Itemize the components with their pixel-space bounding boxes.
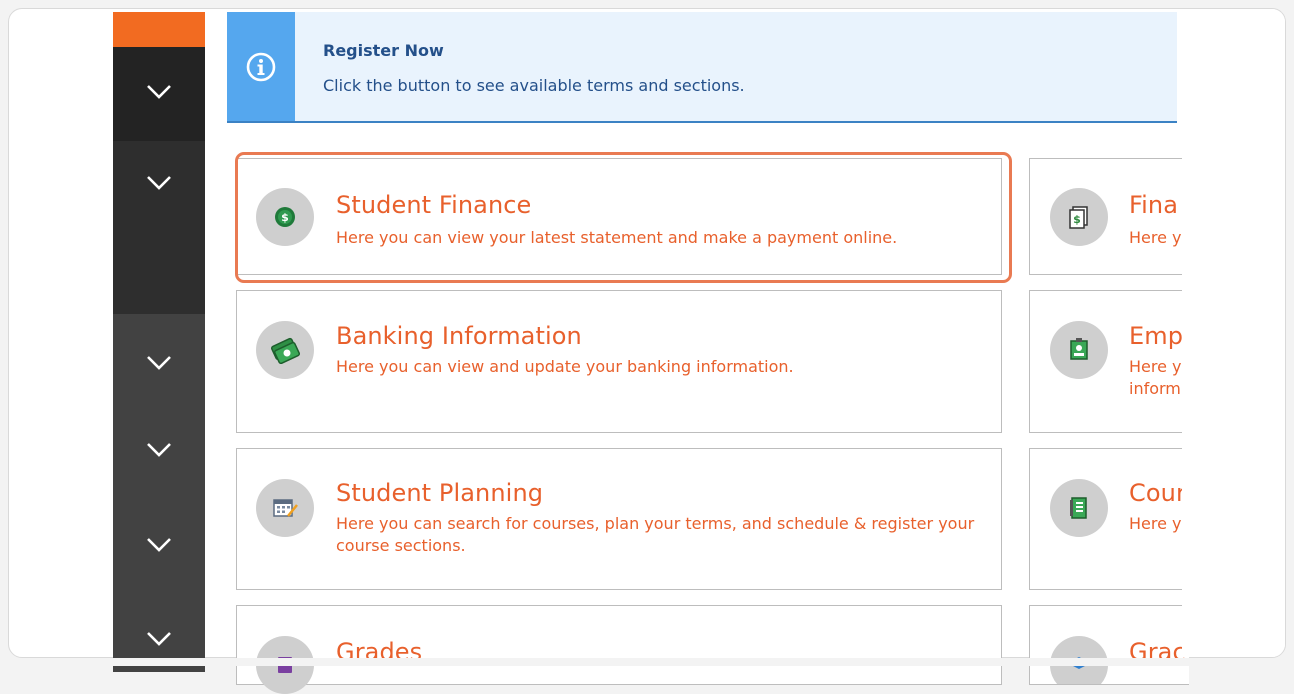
chevron-down-icon (147, 85, 171, 99)
money-stack-icon (256, 321, 314, 379)
sidebar-accent-bar (113, 12, 205, 47)
register-banner[interactable]: Register Now Click the button to see ava… (227, 12, 1177, 123)
chevron-down-icon[interactable] (144, 627, 174, 649)
tile-financial[interactable]: $ Fina Here y (1029, 158, 1189, 275)
svg-text:$: $ (1073, 213, 1081, 226)
tile-student-planning[interactable]: Student Planning Here you can search for… (236, 448, 1002, 590)
chevron-down-icon (147, 176, 171, 190)
tile-course-catalog[interactable]: Cour Here y (1029, 448, 1189, 590)
sidebar-nav (113, 12, 205, 672)
banner-icon-panel (227, 12, 295, 121)
tile-title: Cour (1129, 479, 1186, 507)
content-clip (1182, 9, 1285, 657)
tile-description: Here y (1129, 228, 1182, 247)
sidebar-section-2[interactable] (113, 141, 205, 314)
tile-description: Here y inform (1129, 357, 1182, 398)
sidebar-section-1[interactable] (113, 47, 205, 141)
tile-banking-information[interactable]: Banking Information Here you can view an… (236, 290, 1002, 433)
chevron-down-icon[interactable] (144, 438, 174, 460)
sidebar-section-3[interactable] (113, 314, 205, 672)
tile-description: Here you can view and update your bankin… (336, 357, 794, 376)
employee-badge-icon (1050, 321, 1108, 379)
calendar-icon (256, 479, 314, 537)
notebook-icon (1050, 479, 1108, 537)
info-icon (246, 52, 276, 81)
chevron-down-icon[interactable] (144, 533, 174, 555)
banner-title: Register Now (323, 41, 444, 60)
financial-document-icon: $ (1050, 188, 1108, 246)
tile-title: Fina (1129, 191, 1179, 219)
tile-title: Student Planning (336, 479, 544, 507)
chevron-down-icon[interactable] (144, 351, 174, 373)
tile-employee[interactable]: Emp Here y inform (1029, 290, 1189, 433)
tile-graduation[interactable]: Grac (1029, 605, 1189, 685)
tile-title: Emp (1129, 322, 1184, 350)
bottom-clip (0, 658, 1294, 666)
banner-text: Click the button to see available terms … (323, 76, 745, 95)
tile-title: Banking Information (336, 322, 582, 350)
tile-grades[interactable]: Grades (236, 605, 1002, 694)
selection-highlight (235, 152, 1012, 283)
tile-description: Here y (1129, 514, 1182, 533)
tile-description: Here you can search for courses, plan yo… (336, 514, 975, 555)
